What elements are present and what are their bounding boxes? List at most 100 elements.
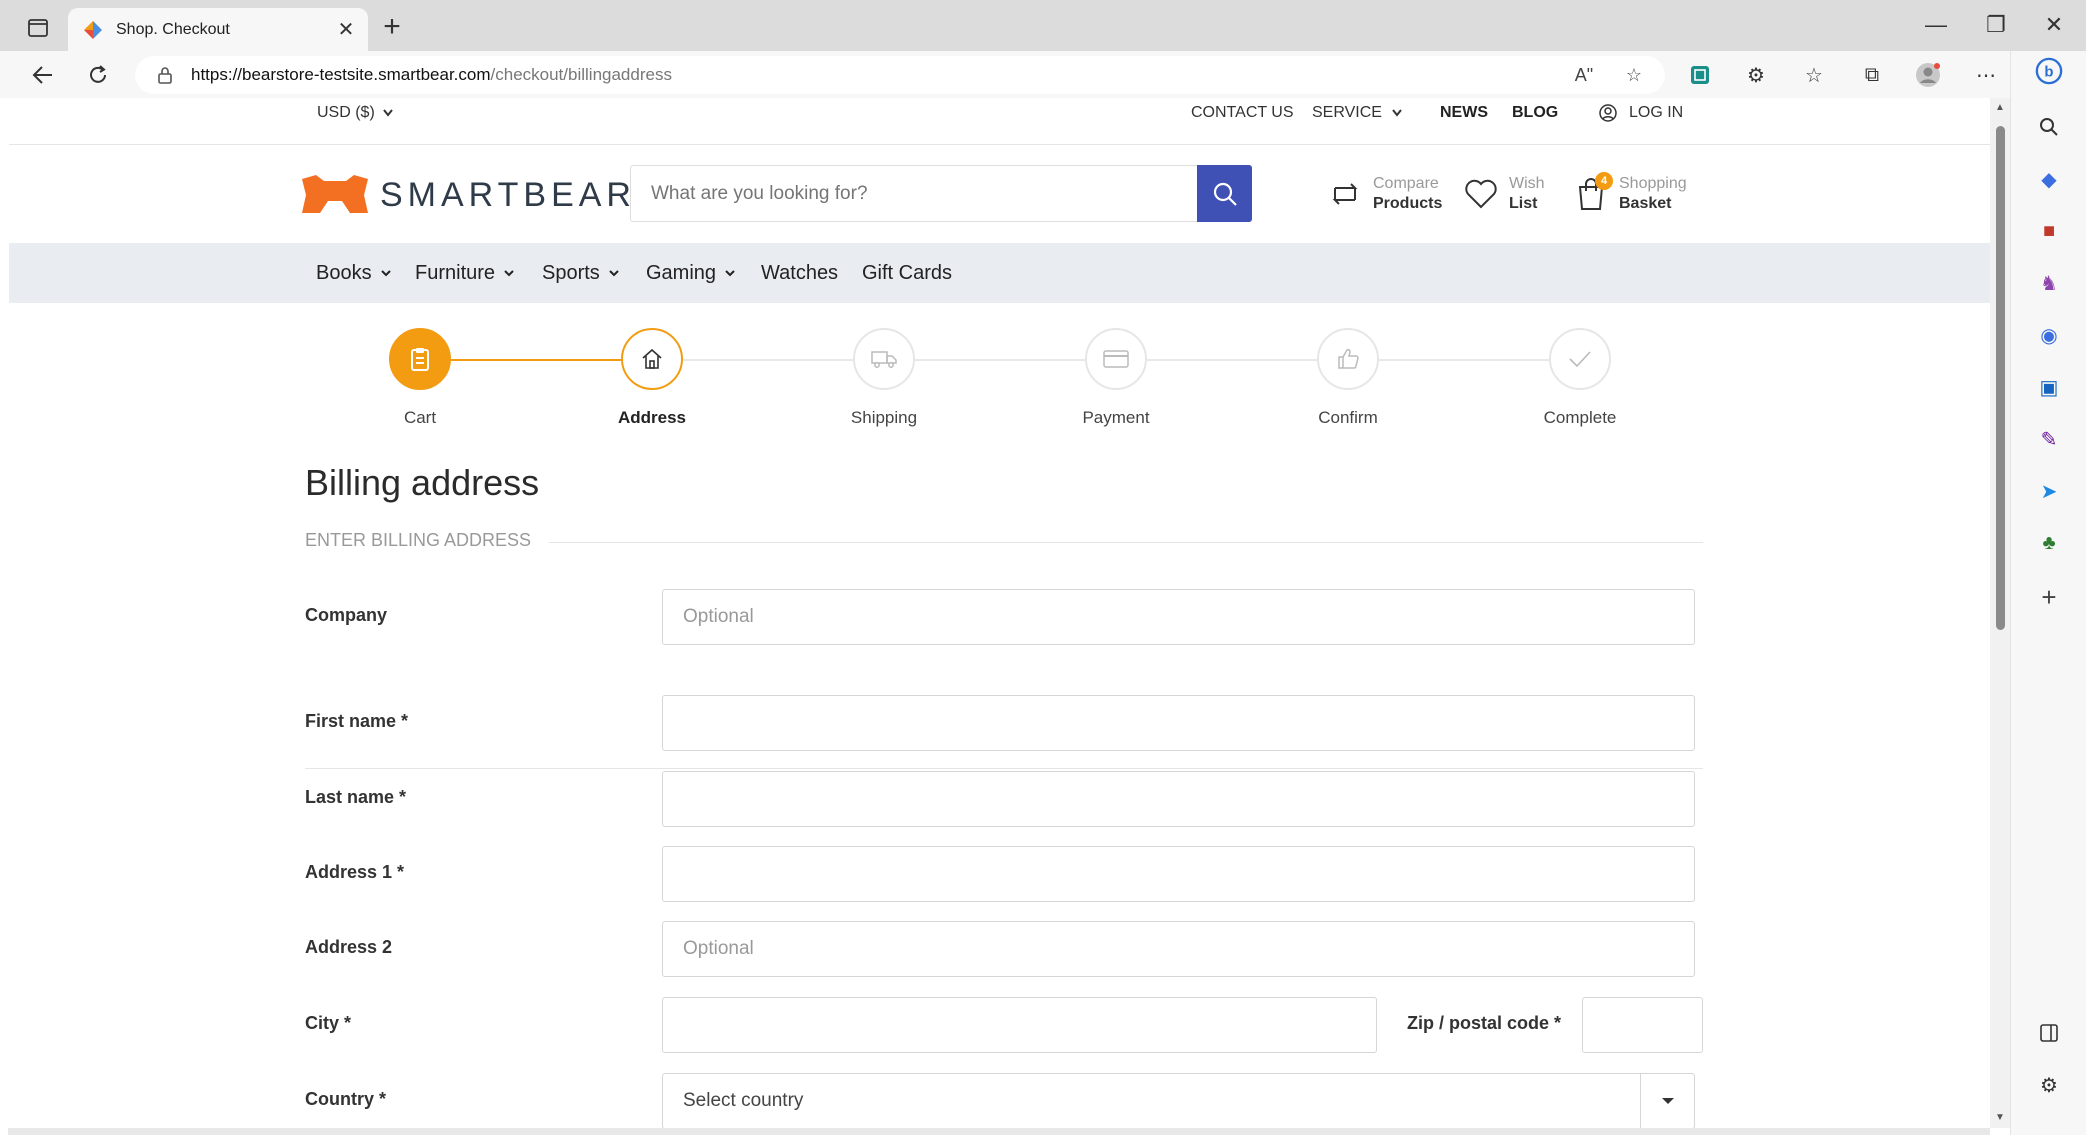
scroll-down-arrow-icon[interactable]: ▼ [1995, 1112, 2005, 1123]
wish-list-link[interactable]: Wish List [1463, 170, 1545, 218]
step-address[interactable]: Address [572, 328, 732, 428]
utility-bar: USD ($) CONTACT US SERVICE NEWS BLOG LOG… [9, 98, 1990, 145]
menu-label: Watches [761, 262, 839, 284]
user-circle-icon [1599, 104, 1617, 122]
first-name-input[interactable] [662, 695, 1695, 751]
profile-avatar-icon[interactable] [1914, 61, 1942, 89]
sidebar-toggle-icon[interactable] [2035, 1019, 2063, 1047]
tree-icon[interactable]: ♣ [2035, 529, 2063, 557]
country-select[interactable]: Select country [662, 1073, 1695, 1128]
search-input[interactable] [631, 166, 1196, 221]
blog-link[interactable]: BLOG [1512, 98, 1558, 145]
extensions-puzzle-icon[interactable]: ⚙ [1742, 61, 1770, 89]
extension-icon[interactable] [1686, 61, 1714, 89]
scroll-up-arrow-icon[interactable]: ▲ [1995, 102, 2005, 113]
step-label: Payment [1082, 408, 1150, 427]
compare-line1: Compare [1373, 175, 1439, 192]
company-input[interactable]: Optional [662, 589, 1695, 645]
menu-label: Gift Cards [862, 262, 953, 284]
edge-sidebar: b ◆ ■ ♞ ◉ ▣ ✎ ➤ ♣ + ⚙ [2010, 51, 2086, 1135]
step-label: Shipping [850, 408, 918, 427]
address2-label: Address 2 [305, 937, 393, 957]
games-icon[interactable]: ♞ [2035, 269, 2063, 297]
step-confirm[interactable]: Confirm [1268, 328, 1428, 428]
collections-icon[interactable]: ⧉ [1858, 61, 1886, 89]
web-page: USD ($) CONTACT US SERVICE NEWS BLOG LOG… [9, 98, 1990, 1128]
shopping-basket-link[interactable]: 4 Shopping Basket [1573, 170, 1687, 218]
contact-us-link[interactable]: CONTACT US [1191, 98, 1294, 145]
vertical-scrollbar[interactable]: ▲ ▼ [1990, 98, 2010, 1128]
step-circle [1085, 328, 1147, 390]
step-circle [1549, 328, 1611, 390]
section-title: ENTER BILLING ADDRESS [305, 530, 550, 551]
url-path: /checkout/billingaddress [490, 65, 672, 84]
read-aloud-icon[interactable]: Aʺ [1572, 63, 1596, 87]
close-window-button[interactable]: ✕ [2024, 10, 2084, 40]
url-bar[interactable]: https://bearstore-testsite.smartbear.com… [135, 56, 1665, 94]
city-label: City * [305, 1013, 352, 1033]
search-sidebar-icon[interactable] [2035, 113, 2063, 141]
chevron-down-icon [1392, 109, 1402, 117]
tab-title: Shop. Checkout [116, 20, 230, 38]
smartbear-logo[interactable]: SMARTBEAR [302, 173, 636, 217]
toolbox-icon[interactable]: ■ [2035, 217, 2063, 245]
restore-button[interactable]: ❐ [1966, 10, 2026, 40]
city-input[interactable] [662, 997, 1377, 1053]
address1-input[interactable] [662, 846, 1695, 902]
main-menu: Books Furniture Sports Gaming Watches Gi… [9, 243, 1990, 303]
service-menu[interactable]: SERVICE [1312, 98, 1402, 128]
step-circle [621, 328, 683, 390]
designer-icon[interactable]: ✎ [2035, 425, 2063, 453]
url-text: https://bearstore-testsite.smartbear.com… [191, 65, 672, 85]
last-name-input[interactable] [662, 771, 1695, 827]
bing-copilot-icon[interactable]: b [2035, 57, 2063, 85]
step-complete[interactable]: Complete [1500, 328, 1660, 428]
new-tab-button[interactable]: + [376, 12, 408, 44]
page-title: Billing address [305, 462, 540, 503]
search-box [630, 165, 1252, 222]
basket-icon: 4 [1573, 172, 1613, 212]
zip-input[interactable] [1582, 997, 1703, 1053]
step-shipping[interactable]: Shipping [804, 328, 964, 428]
first-name-label: First name * [305, 711, 409, 731]
news-link[interactable]: NEWS [1440, 98, 1488, 145]
shopping-tag-icon[interactable]: ◆ [2035, 165, 2063, 193]
menu-label: Furniture [415, 262, 496, 284]
tab-actions-button[interactable] [20, 12, 56, 44]
country-label: Country * [305, 1089, 386, 1109]
minimize-button[interactable]: — [1906, 10, 1966, 40]
browser-tab[interactable]: Shop. Checkout ✕ [68, 8, 368, 51]
step-cart[interactable]: Cart [340, 328, 500, 428]
compare-line2: Products [1373, 195, 1443, 212]
menu-item-furniture[interactable]: Furniture [415, 243, 515, 303]
outlook-icon[interactable]: ▣ [2035, 373, 2063, 401]
refresh-button[interactable] [80, 57, 116, 93]
step-payment[interactable]: Payment [1036, 328, 1196, 428]
scrollbar-thumb[interactable] [1996, 126, 2005, 630]
back-button[interactable] [25, 57, 61, 93]
search-button[interactable] [1197, 165, 1252, 222]
menu-item-gift-cards[interactable]: Gift Cards [862, 243, 952, 303]
compare-products-link[interactable]: Compare Products [1327, 170, 1442, 218]
tab-close-icon[interactable]: ✕ [334, 18, 358, 42]
horizontal-scrollbar[interactable] [8, 1128, 1990, 1135]
checkout-progress: Cart Address Shipping Payment Confirm Co… [9, 328, 1990, 438]
menu-item-sports[interactable]: Sports [542, 243, 620, 303]
service-label: SERVICE [1312, 104, 1382, 121]
address2-input[interactable]: Optional [662, 921, 1695, 977]
menu-item-books[interactable]: Books [316, 243, 392, 303]
office-icon[interactable]: ◉ [2035, 321, 2063, 349]
caret-down-icon [1661, 1098, 1674, 1104]
more-menu-icon[interactable]: ⋯ [1972, 61, 2000, 89]
favorites-icon[interactable]: ☆ [1800, 61, 1828, 89]
select-arrow[interactable] [1640, 1074, 1694, 1128]
currency-selector[interactable]: USD ($) [317, 98, 393, 128]
add-favorite-icon[interactable]: ☆ [1622, 63, 1646, 87]
menu-item-gaming[interactable]: Gaming [646, 243, 736, 303]
add-sidebar-app-icon[interactable]: + [2035, 582, 2063, 612]
settings-gear-icon[interactable]: ⚙ [2035, 1071, 2063, 1099]
logo-wordmark: SMARTBEAR [380, 175, 636, 214]
send-icon[interactable]: ➤ [2035, 477, 2063, 505]
menu-item-watches[interactable]: Watches [761, 243, 838, 303]
login-link[interactable]: LOG IN [1599, 98, 1683, 128]
